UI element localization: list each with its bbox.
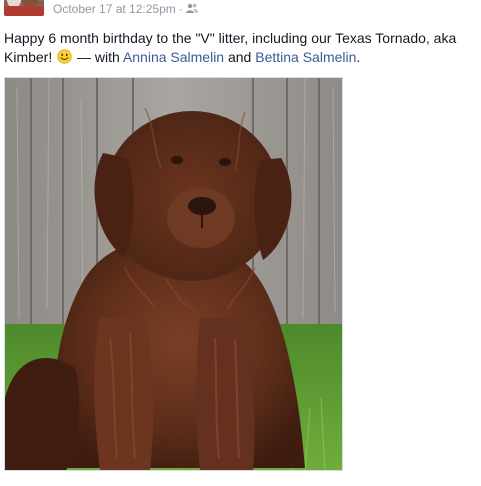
tagged-user-link-2[interactable]: Bettina Salmelin [255,49,356,65]
post-photo[interactable] [4,77,343,471]
post-timestamp[interactable]: October 17 at 12:25pm [53,2,176,16]
meta-separator: · [178,2,183,16]
puppy-photo-image [5,78,342,470]
post-message: Happy 6 month birthday to the "V" litter… [4,29,478,67]
like-link[interactable] [4,478,7,486]
profile-avatar[interactable] [4,0,44,16]
post-actions [4,478,7,486]
smiley-icon [57,49,72,64]
friends-icon[interactable] [185,3,198,14]
with-prefix: — with [73,49,123,65]
conjunction-text: and [224,49,256,65]
post-meta: October 17 at 12:25pm · [53,2,198,16]
tagged-user-link-1[interactable]: Annina Salmelin [123,49,224,65]
end-punctuation: . [356,49,361,65]
